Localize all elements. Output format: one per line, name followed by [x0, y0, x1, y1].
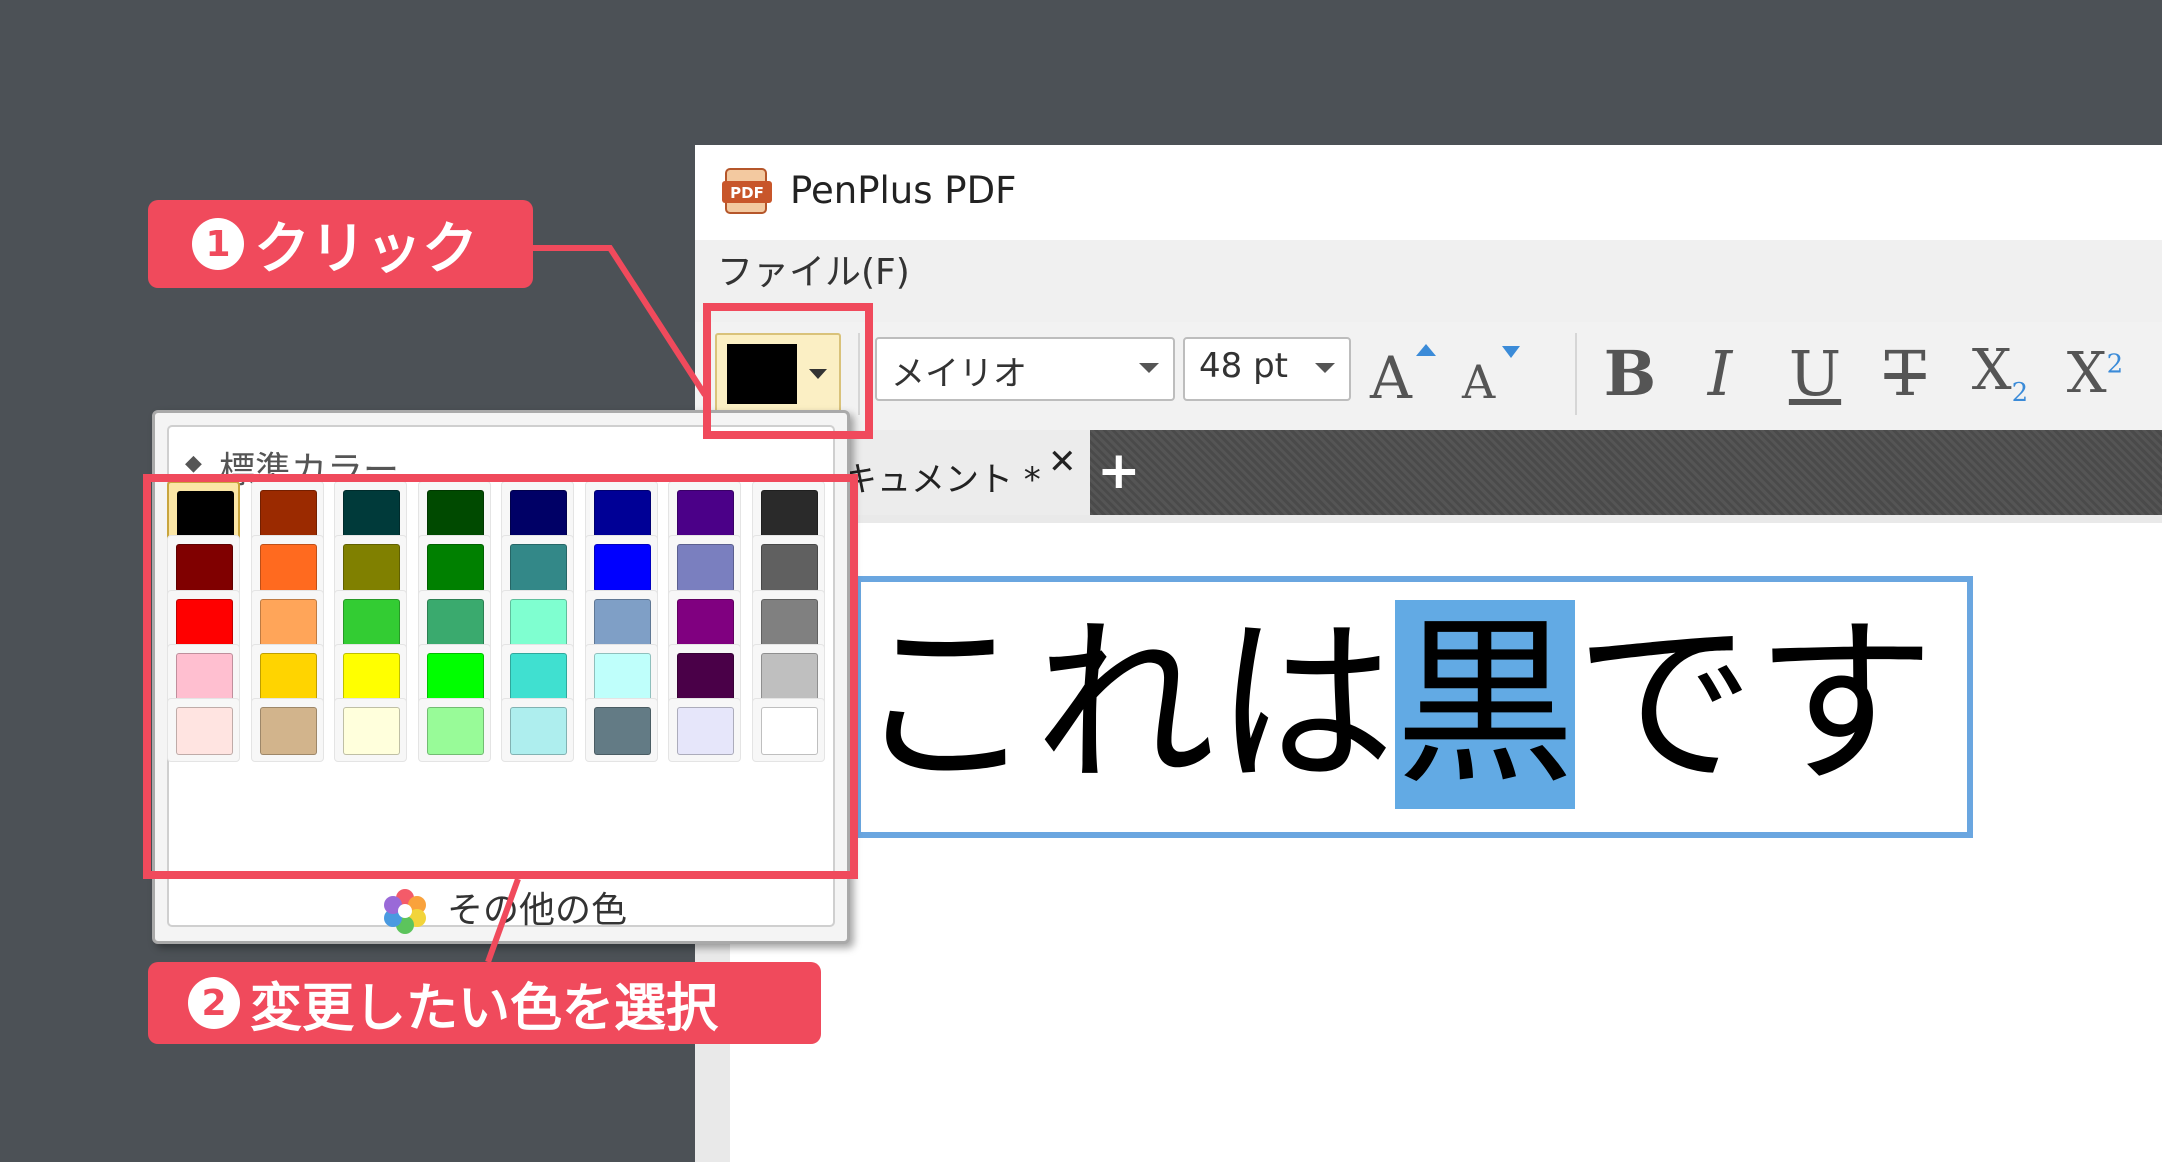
subscript-button[interactable]: X2 — [1960, 333, 2040, 413]
color-wheel-icon — [384, 889, 426, 934]
text-before: これは — [855, 600, 1396, 809]
add-tab-button[interactable]: + — [1097, 445, 1141, 497]
underline-button[interactable]: U — [1775, 333, 1855, 413]
text-box-content[interactable]: これは黒です — [855, 585, 1935, 825]
callout-step-1: 1 クリック — [148, 200, 533, 288]
highlight-font-color-button — [703, 303, 873, 439]
callout-step-1-label: クリック — [254, 216, 478, 282]
superscript-icon: X2 — [2066, 340, 2124, 406]
strikethrough-icon: T — [1884, 336, 1926, 410]
text-selection: 黒 — [1395, 600, 1576, 809]
callout-step-2-label: 変更したい色を選択 — [250, 978, 719, 1039]
svg-text:A: A — [1461, 355, 1496, 408]
close-icon[interactable]: ✕ — [1048, 442, 1077, 482]
chevron-down-icon — [1315, 363, 1335, 373]
text-after: です — [1575, 600, 1936, 809]
step-number-badge: 2 — [188, 977, 240, 1029]
font-shrink-icon: A — [1461, 346, 1520, 408]
font-size-select[interactable]: 48 pt — [1183, 337, 1351, 401]
app-icon-text: PDF — [730, 184, 764, 202]
underline-icon: U — [1788, 336, 1842, 410]
font-shrink-button[interactable]: A — [1451, 333, 1531, 413]
font-grow-icon: A — [1369, 344, 1436, 408]
more-colors-button[interactable]: その他の色 — [447, 881, 627, 933]
pdf-app-icon: PDF — [722, 168, 772, 214]
subscript-icon: X2 — [1971, 337, 2029, 409]
italic-button[interactable]: I — [1680, 333, 1760, 413]
svg-text:A: A — [1369, 344, 1413, 408]
window-title: PenPlus PDF — [790, 169, 1017, 212]
callout-step-2: 2 変更したい色を選択 — [148, 962, 821, 1044]
highlight-color-grid — [143, 474, 858, 879]
menu-bar — [695, 240, 2162, 322]
bold-button[interactable]: B — [1590, 333, 1670, 413]
chevron-down-icon — [1139, 363, 1159, 373]
font-name-select[interactable]: メイリオ — [875, 337, 1175, 401]
font-size-value: 48 pt — [1199, 346, 1288, 386]
diamond-icon: ◆ — [185, 451, 202, 476]
italic-icon: I — [1707, 336, 1733, 410]
toolbar-divider — [1575, 333, 1577, 415]
font-name-value: メイリオ — [891, 354, 1027, 394]
bold-icon: B — [1603, 336, 1657, 410]
tab-document-label: キュメント * — [843, 460, 1041, 500]
superscript-button[interactable]: X2 — [2055, 333, 2135, 413]
menu-file[interactable]: ファイル(F) — [717, 243, 910, 295]
strikethrough-button[interactable]: T — [1865, 333, 1945, 413]
title-bar: PDF PenPlus PDF — [695, 145, 2162, 240]
font-grow-button[interactable]: A — [1363, 333, 1443, 413]
step-number-badge: 1 — [192, 218, 244, 270]
